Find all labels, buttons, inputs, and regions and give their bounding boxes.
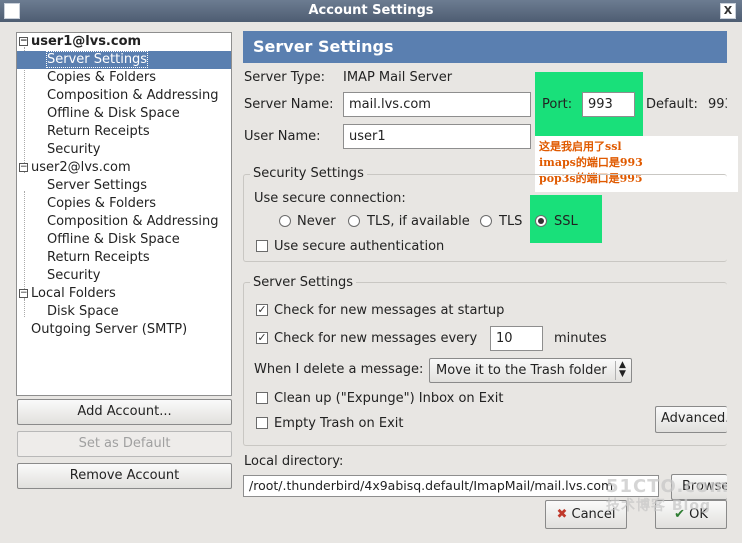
tree-item-label: Offline & Disk Space (47, 106, 180, 121)
tree-account-label: Local Folders (31, 286, 116, 301)
tree-item-label: Copies & Folders (47, 196, 157, 211)
port-label: Port: (542, 97, 573, 112)
tree-item-security[interactable]: Security (17, 267, 231, 285)
tree-item-label: Outgoing Server (SMTP) (31, 322, 188, 337)
tree-item-label: Return Receipts (47, 124, 150, 139)
tree-item-label: Security (47, 142, 101, 157)
radio-tls-label[interactable]: TLS (499, 214, 522, 229)
server-settings-title: Server Settings (250, 275, 357, 290)
radio-tls[interactable] (480, 215, 492, 227)
tree-item-security[interactable]: Security (17, 141, 231, 159)
radio-tls-if-available-label[interactable]: TLS, if available (367, 214, 470, 229)
tree-item-offline-disk[interactable]: Offline & Disk Space (17, 231, 231, 249)
title-bar: Account Settings X (0, 0, 742, 22)
delete-message-label: When I delete a message: (254, 362, 424, 377)
tree-item-label: Return Receipts (47, 250, 150, 265)
set-default-button: Set as Default (17, 431, 232, 457)
secure-auth-checkbox[interactable] (256, 240, 268, 252)
local-directory-field[interactable]: /root/.thunderbird/4x9abisq.default/Imap… (243, 475, 659, 497)
radio-never[interactable] (279, 215, 291, 227)
expunge-checkbox[interactable] (256, 392, 268, 404)
tree-account-label: user1@lvs.com (31, 34, 142, 49)
user-name-label: User Name: (244, 129, 321, 144)
tree-item-composition[interactable]: Composition & Addressing (17, 213, 231, 231)
radio-tls-if-available[interactable] (348, 215, 360, 227)
window-menu-icon[interactable] (4, 3, 20, 19)
delete-action-value: Move it to the Trash folder (436, 363, 607, 378)
select-arrows-icon: ▲ ▼ (615, 361, 629, 380)
cancel-icon: ✖ (556, 507, 568, 522)
empty-trash-checkbox[interactable] (256, 417, 268, 429)
server-type-label: Server Type: (244, 70, 326, 85)
check-every-checkbox[interactable]: ✓ (256, 332, 268, 344)
minutes-label: minutes (554, 331, 607, 346)
user-name-field[interactable]: user1 (343, 124, 531, 149)
check-interval-field[interactable]: 10 (490, 326, 543, 351)
advanced-button[interactable]: Advanced... (655, 406, 727, 433)
check-startup-checkbox[interactable]: ✓ (256, 304, 268, 316)
tree-local-folders[interactable]: − Local Folders (17, 285, 231, 303)
server-type-value: IMAP Mail Server (343, 70, 453, 85)
tree-item-label: Copies & Folders (47, 70, 157, 85)
tree-item-label: Server Settings (45, 51, 149, 68)
tree-item-offline-disk[interactable]: Offline & Disk Space (17, 105, 231, 123)
add-account-button[interactable]: Add Account... (17, 399, 232, 425)
remove-account-button[interactable]: Remove Account (17, 463, 232, 489)
tree-outgoing-server[interactable]: Outgoing Server (SMTP) (17, 321, 231, 339)
tree-item-return-receipts[interactable]: Return Receipts (17, 123, 231, 141)
tree-item-disk-space[interactable]: Disk Space (17, 303, 231, 321)
panel-title: Server Settings (243, 31, 727, 63)
default-port-label: Default: (646, 97, 698, 112)
server-name-field[interactable]: mail.lvs.com (343, 92, 531, 117)
tree-item-server-settings[interactable]: Server Settings (17, 177, 231, 195)
account-tree[interactable]: − user1@lvs.com Server Settings Copies &… (16, 32, 232, 396)
close-icon[interactable]: X (720, 3, 736, 19)
tree-account-user2[interactable]: − user2@lvs.com (17, 159, 231, 177)
collapse-icon[interactable]: − (19, 37, 28, 46)
tree-item-return-receipts[interactable]: Return Receipts (17, 249, 231, 267)
annotation-line: imaps的端口是993 (539, 156, 643, 169)
secure-auth-label[interactable]: Use secure authentication (274, 239, 444, 254)
tree-item-label: Server Settings (47, 178, 148, 193)
collapse-icon[interactable]: − (19, 289, 28, 298)
local-directory-label: Local directory: (244, 454, 344, 469)
tree-item-label: Disk Space (47, 304, 119, 319)
tree-item-server-settings[interactable]: Server Settings (17, 51, 231, 69)
security-settings-title: Security Settings (250, 166, 367, 181)
watermark-line: 51CTO.com (606, 476, 730, 497)
tree-item-copies-folders[interactable]: Copies & Folders (17, 195, 231, 213)
radio-ssl-label[interactable]: SSL (554, 214, 578, 229)
annotation-line: 这是我启用了ssl (539, 140, 622, 153)
expunge-label[interactable]: Clean up ("Expunge") Inbox on Exit (274, 391, 503, 406)
watermark-line: 技术博客 Blog (606, 498, 711, 514)
tree-item-label: Composition & Addressing (47, 214, 219, 229)
default-port-value: 993 (708, 97, 727, 112)
watermark-logo: 51CTO.com 技术博客 Blog (606, 478, 729, 516)
tree-item-label: Offline & Disk Space (47, 232, 180, 247)
radio-never-label[interactable]: Never (297, 214, 336, 229)
use-secure-connection-label: Use secure connection: (254, 191, 406, 206)
collapse-icon[interactable]: − (19, 163, 28, 172)
tree-item-composition[interactable]: Composition & Addressing (17, 87, 231, 105)
tree-account-user1[interactable]: − user1@lvs.com (17, 33, 231, 51)
tree-item-label: Security (47, 268, 101, 283)
empty-trash-label[interactable]: Empty Trash on Exit (274, 416, 403, 431)
window-title: Account Settings (308, 3, 434, 18)
tree-item-label: Composition & Addressing (47, 88, 219, 103)
port-field[interactable]: 993 (582, 92, 635, 117)
delete-action-select[interactable]: Move it to the Trash folder ▲ ▼ (429, 358, 632, 383)
radio-ssl[interactable] (535, 215, 547, 227)
tree-item-copies-folders[interactable]: Copies & Folders (17, 69, 231, 87)
tree-account-label: user2@lvs.com (31, 160, 131, 175)
check-startup-label[interactable]: Check for new messages at startup (274, 303, 504, 318)
server-name-label: Server Name: (244, 97, 334, 112)
check-every-label[interactable]: Check for new messages every (274, 331, 477, 346)
